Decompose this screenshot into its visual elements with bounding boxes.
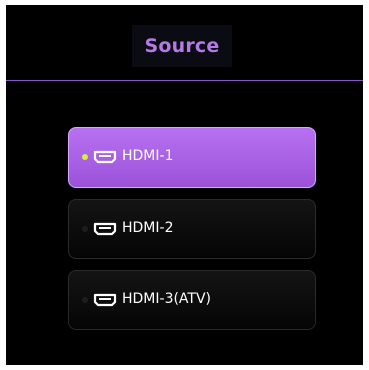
hdmi-icon <box>93 150 117 164</box>
header-divider <box>6 80 363 81</box>
source-label: HDMI-1 <box>122 148 174 164</box>
source-label: HDMI-2 <box>122 220 174 236</box>
selected-indicator-dot <box>82 226 88 232</box>
source-item-hdmi-2[interactable]: HDMI-2 <box>68 199 316 259</box>
selected-indicator-dot <box>82 154 88 160</box>
source-label: HDMI-3(ATV) <box>122 291 212 307</box>
source-menu: Source HDMI-1 HDMI-2 HDMI-3(ATV) <box>6 5 363 365</box>
selected-indicator-dot <box>82 297 88 303</box>
page-title: Source <box>144 35 220 57</box>
source-list: HDMI-1 HDMI-2 HDMI-3(ATV) <box>68 127 318 341</box>
hdmi-icon <box>93 293 117 307</box>
menu-header: Source <box>132 25 232 67</box>
source-item-hdmi-1[interactable]: HDMI-1 <box>68 127 316 188</box>
hdmi-icon <box>93 222 117 236</box>
source-item-hdmi-3[interactable]: HDMI-3(ATV) <box>68 270 316 330</box>
